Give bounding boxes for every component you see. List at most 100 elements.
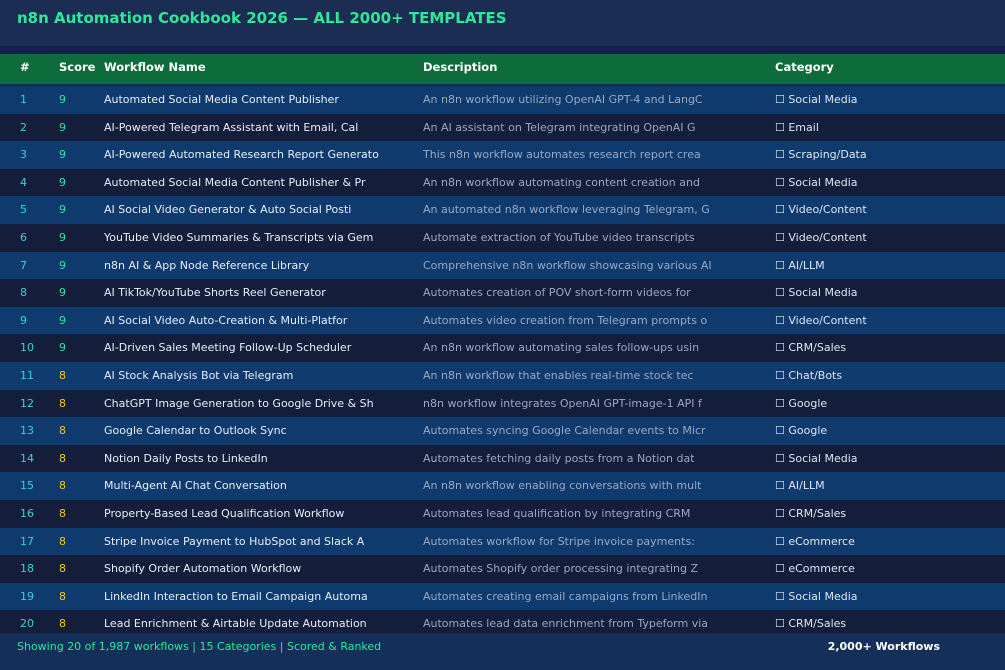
row-category: ☐ eCommerce	[775, 562, 855, 576]
row-description: Automates syncing Google Calendar events…	[423, 424, 706, 438]
row-category: ☐ Social Media	[775, 589, 858, 603]
table-row[interactable]: 15 8 Multi-Agent AI Chat Conversation An n8…	[0, 472, 1005, 500]
row-category: ☐ Google	[775, 424, 828, 438]
row-number: 2	[20, 120, 27, 134]
column-header-description[interactable]: Description	[423, 54, 497, 84]
row-description: Automates creating email campaigns from …	[423, 589, 708, 603]
table-row[interactable]: 5 9 AI Social Video Generator & Auto Socia…	[0, 196, 1005, 224]
row-number: 10	[20, 341, 34, 355]
row-score: 8	[59, 589, 66, 603]
row-workflow-name: LinkedIn Interaction to Email Campaign A…	[104, 589, 368, 603]
table-row[interactable]: 6 9 YouTube Video Summaries & Transcripts …	[0, 223, 1005, 252]
row-score: 8	[59, 451, 66, 465]
row-description: n8n workflow integrates OpenAI GPT-image…	[423, 396, 702, 410]
row-score: 9	[59, 230, 66, 244]
row-workflow-name: Shopify Order Automation Workflow	[104, 562, 302, 576]
column-header-score[interactable]: Score	[59, 54, 95, 84]
row-score: 9	[59, 175, 66, 189]
table-row[interactable]: 1 9 Automated Social Media Content Publish…	[0, 86, 1005, 114]
row-number: 13	[20, 424, 34, 438]
row-category: ☐ Social Media	[775, 93, 858, 106]
status-text: Showing 20 of 1,987 workflows | 15 Categ…	[17, 640, 382, 653]
row-workflow-name: AI Stock Analysis Bot via Telegram	[104, 368, 294, 382]
row-score: 8	[59, 534, 66, 548]
column-header-name[interactable]: Workflow Name	[104, 54, 206, 84]
row-workflow-name: Property-Based Lead Qualification Workfl…	[104, 506, 345, 520]
row-description: Automates creation of POV short-form vid…	[423, 286, 691, 300]
row-category: ☐ CRM/Sales	[775, 341, 847, 355]
table-row[interactable]: 14 8 Notion Daily Posts to LinkedIn Automat…	[0, 444, 1005, 473]
row-description: An n8n workflow enabling conversations w…	[423, 479, 702, 493]
row-description: Comprehensive n8n workflow showcasing va…	[423, 258, 712, 272]
row-workflow-name: Automated Social Media Content Publisher	[104, 93, 339, 106]
table-row[interactable]: 17 8 Stripe Invoice Payment to HubSpot and…	[0, 527, 1005, 556]
row-number: 17	[20, 534, 34, 548]
table-row[interactable]: 16 8 Property-Based Lead Qualification Wor…	[0, 499, 1005, 528]
table-row[interactable]: 18 8 Shopify Order Automation Workflow Auto…	[0, 555, 1005, 583]
row-score: 9	[59, 286, 66, 300]
table-row[interactable]: 13 8 Google Calendar to Outlook Sync Automa…	[0, 417, 1005, 445]
table-row[interactable]: 7 9 n8n AI & App Node Reference Library Com…	[0, 251, 1005, 280]
row-description: This n8n workflow automates research rep…	[423, 148, 701, 162]
row-category: ☐ Video/Content	[775, 203, 867, 217]
row-category: ☐ Video/Content	[775, 313, 867, 327]
table-row[interactable]: 12 8 ChatGPT Image Generation to Google Dr…	[0, 389, 1005, 418]
row-workflow-name: ChatGPT Image Generation to Google Drive…	[104, 396, 374, 410]
row-number: 16	[20, 506, 34, 520]
row-workflow-name: Multi-Agent AI Chat Conversation	[104, 479, 287, 493]
row-description: Automate extraction of YouTube video tra…	[423, 230, 695, 244]
row-score: 9	[59, 313, 66, 327]
row-score: 9	[59, 203, 66, 217]
row-number: 1	[20, 93, 27, 106]
row-number: 11	[20, 368, 34, 382]
table-row[interactable]: 4 9 Automated Social Media Content Publish…	[0, 168, 1005, 197]
row-number: 14	[20, 451, 34, 465]
row-score: 8	[59, 424, 66, 438]
row-number: 8	[20, 286, 27, 300]
row-workflow-name: n8n AI & App Node Reference Library	[104, 258, 310, 272]
row-category: ☐ Email	[775, 120, 819, 134]
row-score: 9	[59, 258, 66, 272]
row-category: ☐ Scraping/Data	[775, 148, 867, 162]
table-row[interactable]: 10 9 AI-Driven Sales Meeting Follow-Up Sch…	[0, 334, 1005, 362]
table-row[interactable]: 9 9 AI Social Video Auto-Creation & Multi-…	[0, 306, 1005, 335]
row-category: ☐ Video/Content	[775, 230, 867, 244]
row-score: 9	[59, 148, 66, 162]
table-row[interactable]: 2 9 AI-Powered Telegram Assistant with Ema…	[0, 113, 1005, 142]
row-description: An n8n workflow automating content creat…	[423, 175, 700, 189]
row-score: 8	[59, 479, 66, 493]
row-description: Automates fetching daily posts from a No…	[423, 451, 695, 465]
status-bar: Showing 20 of 1,987 workflows | 15 Categ…	[0, 633, 1005, 670]
row-number: 5	[20, 203, 27, 217]
row-category: ☐ AI/LLM	[775, 258, 825, 272]
row-number: 15	[20, 479, 34, 493]
table-row[interactable]: 8 9 AI TikTok/YouTube Shorts Reel Generato…	[0, 279, 1005, 307]
row-category: ☐ Social Media	[775, 451, 858, 465]
row-number: 4	[20, 175, 27, 189]
row-number: 7	[20, 258, 27, 272]
row-description: An n8n workflow automating sales follow-…	[423, 341, 700, 355]
title-divider	[0, 46, 1005, 54]
row-number: 3	[20, 148, 27, 162]
row-category: ☐ eCommerce	[775, 534, 855, 548]
column-header-category[interactable]: Category	[775, 54, 834, 84]
row-workflow-name: Notion Daily Posts to LinkedIn	[104, 451, 268, 465]
row-description: Automates Shopify order processing integ…	[423, 562, 699, 576]
row-workflow-name: YouTube Video Summaries & Transcripts vi…	[104, 230, 374, 244]
table-row[interactable]: 3 9 AI-Powered Automated Research Report G…	[0, 141, 1005, 169]
column-header-num[interactable]: #	[20, 54, 30, 84]
row-number: 12	[20, 396, 34, 410]
row-score: 9	[59, 93, 66, 106]
title-bar: n8n Automation Cookbook 2026 — ALL 2000+…	[0, 0, 1005, 46]
row-workflow-name: AI-Powered Automated Research Report Gen…	[104, 148, 379, 162]
row-category: ☐ AI/LLM	[775, 479, 825, 493]
row-category: ☐ Chat/Bots	[775, 368, 843, 382]
row-number: 9	[20, 313, 27, 327]
row-workflow-name: Automated Social Media Content Publisher…	[104, 175, 366, 189]
table-row[interactable]: 11 8 AI Stock Analysis Bot via Telegram An …	[0, 361, 1005, 390]
row-category: ☐ Google	[775, 396, 828, 410]
row-score: 8	[59, 562, 66, 576]
table-row[interactable]: 19 8 LinkedIn Interaction to Email Campaig…	[0, 582, 1005, 611]
row-description: An AI assistant on Telegram integrating …	[423, 120, 696, 134]
row-workflow-name: AI-Powered Telegram Assistant with Email…	[104, 120, 359, 134]
